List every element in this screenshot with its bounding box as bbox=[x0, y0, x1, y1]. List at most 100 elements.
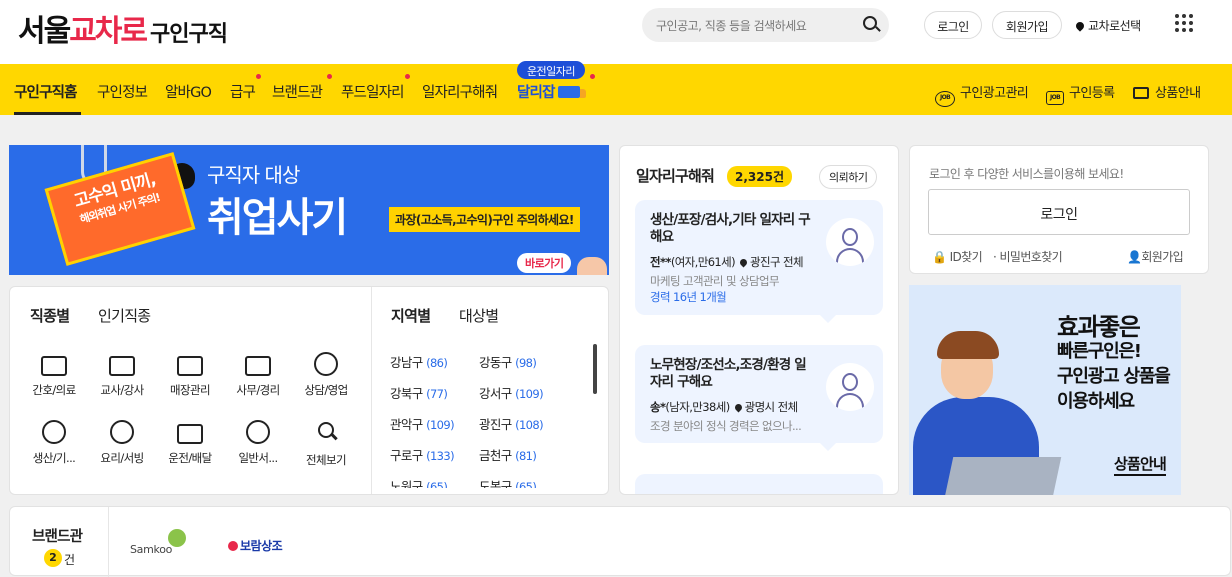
person-icon: 👤 bbox=[1127, 250, 1142, 264]
job-request-title: 일자리구해줘 bbox=[636, 167, 715, 185]
login-box-button[interactable]: 로그인 bbox=[928, 189, 1190, 235]
location-pin-icon bbox=[1074, 20, 1086, 32]
banner-subtitle: 과장(고소득,고수익)구인 주의하세요! bbox=[389, 207, 580, 232]
jobtype-store[interactable]: 매장관리 bbox=[159, 352, 221, 398]
job-request-count: 2,325건 bbox=[727, 166, 792, 187]
all-menu-icon[interactable] bbox=[1175, 14, 1195, 34]
nav-ad-manage[interactable]: JOB 구인광고관리 bbox=[935, 82, 1029, 107]
region-select[interactable]: 교차로선택 bbox=[1074, 17, 1141, 34]
tab-target[interactable]: 대상별 bbox=[459, 305, 499, 326]
avatar bbox=[826, 363, 874, 411]
laptop-illustration bbox=[944, 457, 1062, 495]
tab-popular-jobs[interactable]: 인기직종 bbox=[98, 305, 151, 326]
jobtype-driving[interactable]: 운전/배달 bbox=[159, 420, 221, 466]
find-password-link[interactable]: · 비밀번호찾기 bbox=[993, 248, 1063, 265]
region-item[interactable]: 강남구 (86) bbox=[390, 352, 448, 371]
truck-icon bbox=[557, 86, 586, 98]
jobtype-cooking[interactable]: 요리/서빙 bbox=[91, 420, 153, 466]
desk-icon bbox=[245, 356, 271, 376]
region-item[interactable]: 강동구 (98) bbox=[479, 352, 537, 371]
chat-icon bbox=[246, 420, 270, 444]
warning-sign: 고수익 미끼, 해외취업 사기 주의! bbox=[44, 152, 196, 266]
job-card[interactable]: 생산/포장/검사,기타 일자리 구해요 전**(여자,만61세) 광진구 전체 마… bbox=[635, 200, 883, 315]
new-dot bbox=[327, 74, 332, 79]
region-item[interactable]: 도봉구 (65) bbox=[479, 476, 537, 488]
nav-job-info[interactable]: 구인정보 bbox=[97, 81, 148, 102]
shirt-icon bbox=[177, 356, 203, 376]
region-item[interactable]: 광진구 (108) bbox=[479, 414, 544, 433]
jobtype-production[interactable]: 생산/기... bbox=[23, 420, 85, 466]
location-pin-icon bbox=[738, 257, 749, 268]
nav-find-job[interactable]: 일자리구해줘 bbox=[422, 81, 498, 102]
brand-logo-boram[interactable]: 보람상조 bbox=[228, 537, 283, 554]
region-list: 강남구 (86) 강동구 (98) 강북구 (77) 강서구 (109) 관악구… bbox=[380, 340, 590, 488]
search-icon[interactable] bbox=[863, 16, 877, 30]
tab-region[interactable]: 지역별 bbox=[391, 305, 431, 326]
tab-jobtype[interactable]: 직종별 bbox=[30, 305, 70, 326]
phone-icon bbox=[314, 352, 338, 376]
job-card-peek bbox=[635, 474, 883, 494]
search-input[interactable]: 구인공고, 직종 등을 검색하세요 bbox=[642, 8, 889, 42]
new-dot bbox=[590, 74, 595, 79]
jobtype-teacher[interactable]: 교사/강사 bbox=[91, 352, 153, 398]
region-item[interactable]: 강북구 (77) bbox=[390, 383, 448, 402]
gear-icon bbox=[42, 420, 66, 444]
truck-icon bbox=[177, 424, 203, 444]
jobtype-sales[interactable]: 상담/영업 bbox=[295, 352, 357, 398]
region-item[interactable]: 금천구 (81) bbox=[479, 445, 537, 464]
job-icon: JOB bbox=[935, 91, 955, 107]
lock-icon: 🔒 bbox=[932, 250, 947, 264]
banner-title-small: 구직자 대상 bbox=[207, 163, 300, 187]
header: 서울교차로 구인구직 구인공고, 직종 등을 검색하세요 로그인 회원가입 교차로… bbox=[0, 0, 1232, 64]
brand-count: 2 bbox=[44, 549, 62, 567]
hand-icon bbox=[577, 257, 607, 275]
region-scrollbar[interactable] bbox=[593, 344, 597, 394]
fraud-warning-banner[interactable]: 고수익 미끼, 해외취업 사기 주의! 구직자 대상 취업사기 과장(고소득,고… bbox=[9, 145, 609, 275]
login-hint: 로그인 후 다양한 서비스를이용해 보세요! bbox=[929, 167, 1124, 181]
banner-title-large: 취업사기 bbox=[207, 195, 348, 241]
site-logo[interactable]: 서울교차로 구인구직 bbox=[18, 6, 228, 50]
jobtype-general[interactable]: 일반서... bbox=[227, 420, 289, 466]
nav-food[interactable]: 푸드일자리 bbox=[341, 81, 404, 102]
banner-go-button[interactable]: 바로가기 bbox=[517, 253, 572, 273]
search-placeholder: 구인공고, 직종 등을 검색하세요 bbox=[656, 19, 807, 33]
request-button[interactable]: 의뢰하기 bbox=[819, 165, 878, 189]
avatar bbox=[826, 218, 874, 266]
search-icon bbox=[312, 420, 340, 446]
login-button[interactable]: 로그인 bbox=[924, 11, 982, 39]
brand-logo-samkoo[interactable]: Samkoo bbox=[130, 529, 186, 556]
nav-home[interactable]: 구인구직홈 bbox=[14, 81, 77, 102]
product-info-link[interactable]: 상품안내 bbox=[1114, 453, 1167, 476]
nav-urgent[interactable]: 급구 bbox=[230, 81, 256, 102]
brand-title: 브랜드관 bbox=[32, 529, 83, 545]
signup-button[interactable]: 회원가입 bbox=[992, 11, 1062, 39]
medical-kit-icon bbox=[41, 356, 67, 376]
job-register-icon: JOB bbox=[1046, 91, 1064, 105]
jobtype-office[interactable]: 사무/경리 bbox=[227, 352, 289, 398]
speech-tail bbox=[820, 443, 836, 451]
region-item[interactable]: 관악구 (109) bbox=[390, 414, 455, 433]
nav-dalijob[interactable]: 달리잡 bbox=[517, 81, 586, 102]
tree-icon bbox=[168, 529, 186, 547]
product-ad-banner[interactable]: 효과좋은 빠른구인은! 구인광고 상품을 이용하세요 상품안내 bbox=[909, 285, 1181, 495]
nav-product-info[interactable]: 상품안내 bbox=[1133, 82, 1201, 101]
speech-tail bbox=[820, 315, 836, 323]
brand-section: 브랜드관 2 건 Samkoo 보람상조 bbox=[9, 506, 1231, 577]
nav-albago[interactable]: 알바GO bbox=[165, 81, 212, 102]
jobtype-all[interactable]: 전체보기 bbox=[295, 420, 357, 468]
divider bbox=[371, 287, 372, 494]
new-dot bbox=[256, 74, 261, 79]
nav-brand[interactable]: 브랜드관 bbox=[272, 81, 323, 102]
driving-job-badge[interactable]: 운전일자리 bbox=[517, 61, 585, 79]
region-item[interactable]: 강서구 (109) bbox=[479, 383, 544, 402]
region-item[interactable]: 구로구 (133) bbox=[390, 445, 455, 464]
jobtype-nursing[interactable]: 간호/의료 bbox=[23, 352, 85, 398]
main-nav: 구인구직홈 구인정보 알바GO 급구 브랜드관 푸드일자리 일자리구해줘 달리잡… bbox=[0, 64, 1232, 115]
signup-link[interactable]: 👤회원가입 bbox=[1127, 248, 1184, 265]
find-id-link[interactable]: 🔒 ID찾기 bbox=[932, 248, 983, 265]
nav-active-indicator bbox=[14, 112, 81, 115]
region-item[interactable]: 노원구 (65) bbox=[390, 476, 448, 488]
dining-icon bbox=[110, 420, 134, 444]
nav-job-register[interactable]: JOB 구인등록 bbox=[1046, 82, 1115, 105]
job-card[interactable]: 노무현장/조선소,조경/환경 일자리 구해요 송*(남자,만38세) 광명시 전체… bbox=[635, 345, 883, 443]
